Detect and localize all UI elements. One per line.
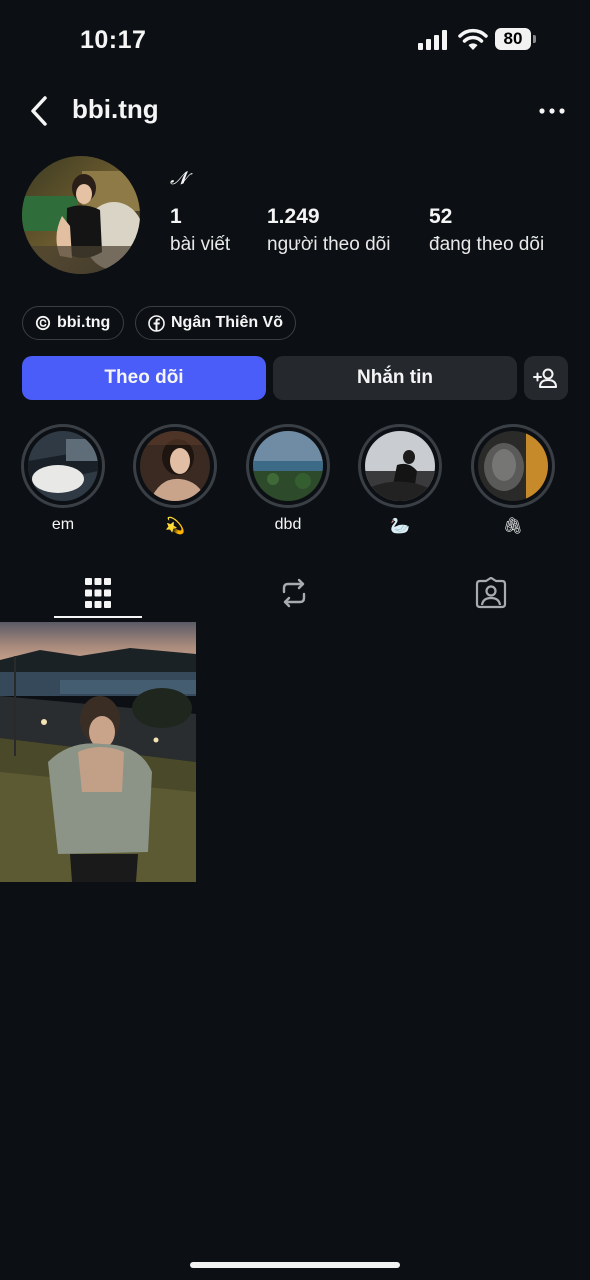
tab-posts-grid[interactable] <box>54 570 142 616</box>
highlight-item[interactable]: 💫 <box>131 424 219 536</box>
battery-level: 80 <box>495 28 531 50</box>
highlight-label: 🖇 <box>502 518 524 535</box>
highlight-label: dbd <box>274 516 302 533</box>
grid-icon <box>85 578 111 608</box>
highlight-ring <box>133 424 217 508</box>
highlight-ring <box>471 424 555 508</box>
facebook-icon <box>148 314 165 332</box>
highlight-item[interactable]: dbd <box>244 424 332 536</box>
tab-tagged[interactable] <box>447 570 535 616</box>
highlight-ring <box>21 424 105 508</box>
follow-button[interactable]: Theo dõi <box>22 356 266 400</box>
highlight-label: 💫 <box>165 518 185 535</box>
avatar-photo <box>22 156 140 274</box>
profile-screen: 10:17 80 bbi.tng 𝓝 1 bài viết 1.249 ngườ… <box>0 0 590 1280</box>
add-person-icon <box>533 368 557 388</box>
profile-avatar[interactable] <box>22 156 140 274</box>
facebook-link-chip[interactable]: Ngân Thiên Võ <box>135 306 296 340</box>
stat-following[interactable]: 52 đang theo dõi <box>429 205 544 256</box>
highlight-item[interactable]: 🖇 <box>469 424 557 536</box>
highlight-ring <box>246 424 330 508</box>
reposts-icon <box>282 578 306 608</box>
stat-following-count: 52 <box>429 205 453 228</box>
facebook-link-label: Ngân Thiên Võ <box>171 314 283 331</box>
highlight-cover <box>365 431 435 501</box>
stat-posts[interactable]: 1 bài viết <box>170 205 230 256</box>
stat-posts-label: bài viết <box>170 234 231 255</box>
suggest-people-button[interactable] <box>524 356 568 400</box>
back-button[interactable] <box>26 94 56 128</box>
highlight-ring <box>358 424 442 508</box>
threads-icon <box>35 315 51 331</box>
stat-followers-label: người theo dõi <box>267 234 391 255</box>
highlight-label: 🦢 <box>390 518 410 535</box>
post-thumbnail[interactable] <box>0 622 196 882</box>
tagged-icon <box>475 577 507 609</box>
highlight-label: em <box>51 516 75 533</box>
wifi-icon <box>458 28 488 50</box>
home-indicator[interactable] <box>190 1262 400 1268</box>
highlight-item[interactable]: 🦢 <box>356 424 444 536</box>
threads-link-chip[interactable]: bbi.tng <box>22 306 124 340</box>
active-tab-indicator <box>54 616 142 618</box>
threads-link-label: bbi.tng <box>57 314 111 331</box>
stat-following-label: đang theo dõi <box>429 234 545 255</box>
display-name: 𝓝 <box>170 168 188 189</box>
cellular-signal-icon <box>418 30 447 50</box>
header-username: bbi.tng <box>72 94 159 124</box>
stat-followers-count: 1.249 <box>267 205 320 228</box>
highlight-cover <box>28 431 98 501</box>
more-options-button[interactable] <box>536 100 568 122</box>
highlight-cover <box>140 431 210 501</box>
highlight-item[interactable]: em <box>19 424 107 536</box>
stat-followers[interactable]: 1.249 người theo dõi <box>267 205 390 256</box>
tab-reposts[interactable] <box>250 570 338 616</box>
status-time: 10:17 <box>80 26 147 54</box>
highlight-cover <box>253 431 323 501</box>
post-photo <box>0 622 196 882</box>
stat-posts-count: 1 <box>170 205 182 228</box>
highlight-cover <box>478 431 548 501</box>
battery-tip <box>533 35 536 43</box>
message-button[interactable]: Nhắn tin <box>273 356 517 400</box>
battery-indicator: 80 <box>495 28 537 50</box>
